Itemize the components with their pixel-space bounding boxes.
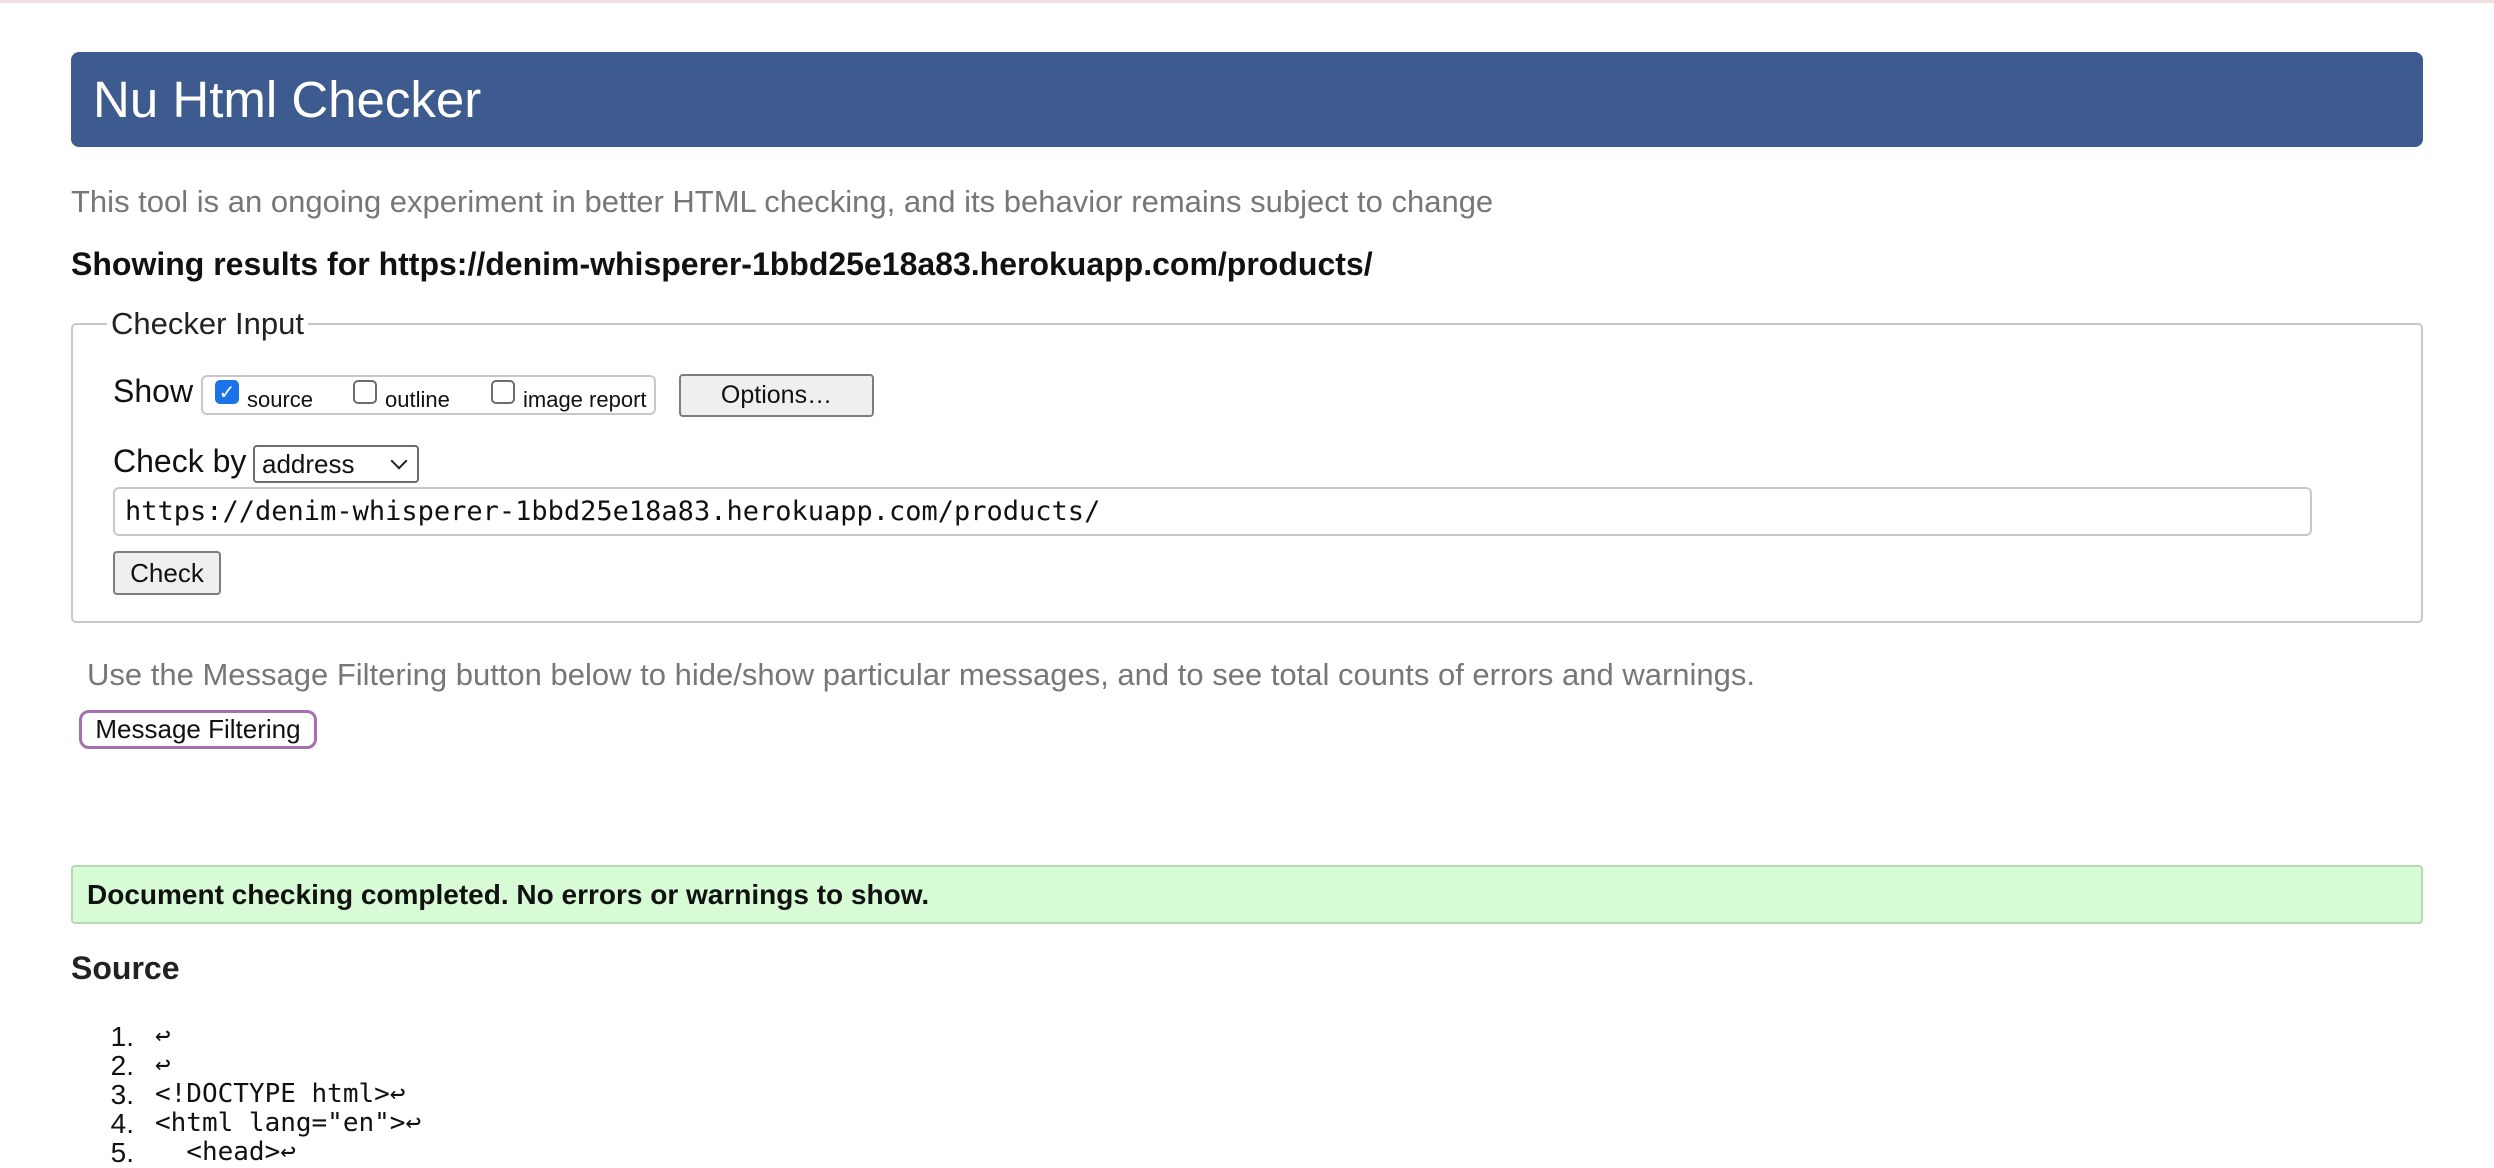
line-code: ↩ xyxy=(155,1050,171,1080)
line-number: 5. xyxy=(110,1137,134,1168)
line-number: 2. xyxy=(110,1050,134,1081)
show-options-group: ✓ source outline image report xyxy=(201,375,656,415)
success-message: Document checking completed. No errors o… xyxy=(71,865,2423,924)
tagline: This tool is an ongoing experiment in be… xyxy=(71,184,1494,219)
source-heading: Source xyxy=(71,950,180,986)
options-button[interactable]: Options… xyxy=(679,374,874,417)
line-code: <html lang="en">↩ xyxy=(155,1108,422,1138)
results-heading: Showing results for https://denim-whispe… xyxy=(71,246,1373,282)
page-title: Nu Html Checker xyxy=(93,71,482,128)
check-by-select[interactable]: address xyxy=(253,445,419,483)
line-number: 3. xyxy=(110,1079,134,1110)
source-line: 2. ↩ xyxy=(0,1050,1000,1081)
check-by-label: Check by xyxy=(113,443,247,479)
source-line: 1. ↩ xyxy=(0,1021,1000,1052)
checkmark-icon: ✓ xyxy=(218,380,236,404)
checker-input-legend: Checker Input xyxy=(107,305,308,343)
line-code: <head>↩ xyxy=(155,1137,296,1167)
source-line: 4. <html lang="en">↩ xyxy=(0,1108,1000,1139)
line-number: 1. xyxy=(110,1021,134,1052)
header-banner: Nu Html Checker xyxy=(71,52,2423,147)
line-code: ↩ xyxy=(155,1021,171,1051)
image-report-checkbox[interactable] xyxy=(491,380,515,404)
check-by-select-value: address xyxy=(262,448,355,479)
outline-checkbox-label[interactable]: outline xyxy=(385,387,450,413)
checker-input-fieldset: Checker Input Show ✓ source outline imag… xyxy=(71,305,2423,623)
filtering-hint: Use the Message Filtering button below t… xyxy=(87,657,1756,692)
outline-checkbox[interactable] xyxy=(353,380,377,404)
source-checkbox[interactable]: ✓ xyxy=(215,380,239,404)
url-input[interactable]: https://denim-whisperer-1bbd25e18a83.her… xyxy=(113,487,2312,536)
top-rule xyxy=(0,0,2494,3)
line-number: 4. xyxy=(110,1108,134,1139)
show-label: Show xyxy=(113,373,194,409)
check-button[interactable]: Check xyxy=(113,551,221,595)
source-line: 5. <head>↩ xyxy=(0,1137,1000,1168)
message-filtering-button[interactable]: Message Filtering xyxy=(79,710,317,749)
image-report-checkbox-label[interactable]: image report xyxy=(523,387,647,413)
chevron-down-icon xyxy=(390,452,408,470)
line-code: <!DOCTYPE html>↩ xyxy=(155,1079,406,1109)
source-checkbox-label[interactable]: source xyxy=(247,387,313,413)
source-line: 3. <!DOCTYPE html>↩ xyxy=(0,1079,1000,1110)
